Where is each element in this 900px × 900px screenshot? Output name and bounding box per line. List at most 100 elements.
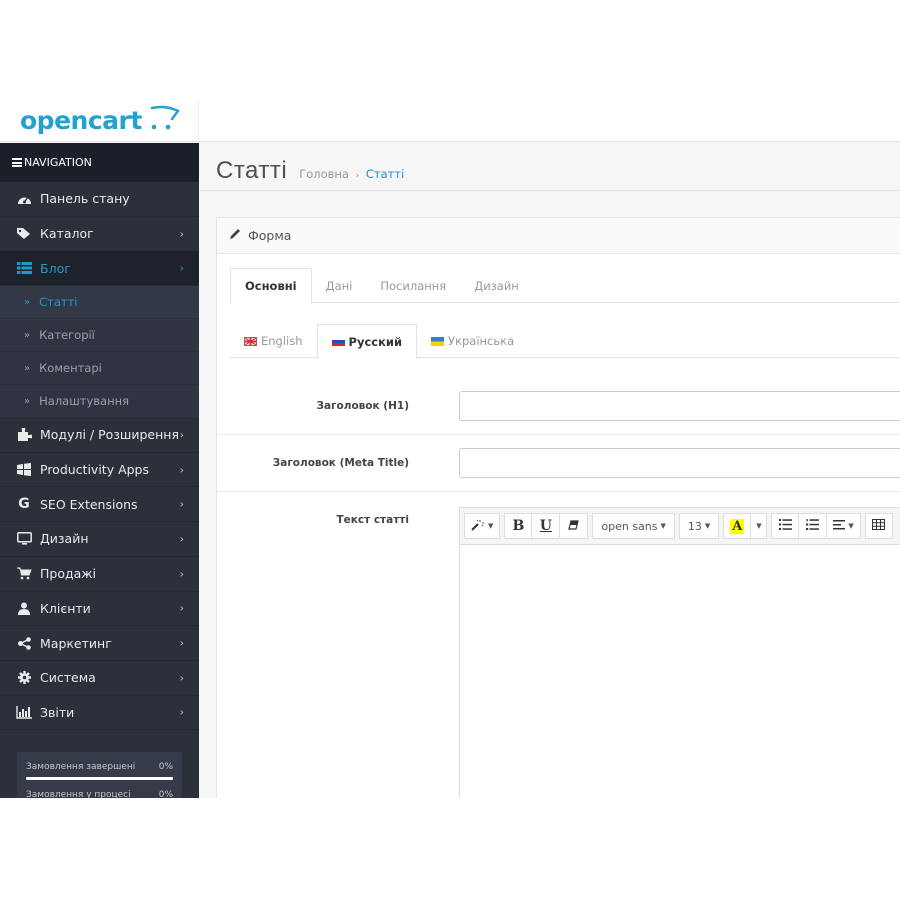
bullet-list-icon [778,519,792,533]
sidebar-subitem-label: Налаштування [39,394,130,409]
breadcrumb-separator: › [355,171,360,181]
sidebar-subitem-label: Статті [39,295,78,310]
tab-general[interactable]: Основні [230,268,312,304]
rich-text-editor: ▼ B U open sans ▼ 13 ▼ A ▼ ▼ [459,507,900,798]
order-stats: Замовлення завершені 0% Замовлення у про… [17,752,182,798]
language-tab-russian[interactable]: Русский [316,324,418,359]
sidebar-item-seo-extensions[interactable]: G SEO Extensions › [0,487,199,523]
language-label: Русский [348,334,403,349]
double-chevron-icon: » [24,296,31,308]
tab-data[interactable]: Дані [312,268,367,303]
language-label: English [261,334,303,348]
text-label: Текст статті [336,514,409,526]
bold-button[interactable]: B [504,513,533,539]
chevron-right-icon: › [179,463,184,477]
breadcrumb-home[interactable]: Головна [299,167,349,181]
language-tab-ukrainian[interactable]: Українська [417,324,528,358]
sidebar-item-modules[interactable]: Модулі / Розширення › [0,418,199,453]
chevron-right-icon: › [179,567,184,581]
clear-format-button[interactable] [560,513,589,539]
breadcrumb: Головна › Статті [299,167,404,181]
sidebar-item-dashboard[interactable]: Панель стану [0,182,199,217]
sidebar-item-design[interactable]: Дизайн › [0,522,199,557]
caret-down-icon: ▼ [660,522,666,530]
chevron-right-icon: › [179,227,184,241]
pencil-icon [229,228,241,243]
chevron-right-icon: › [179,532,184,546]
text-color-button[interactable]: A [723,513,752,539]
sidebar-subitem-comments[interactable]: » Коментарі [0,352,199,386]
paragraph-align-dropdown[interactable]: ▼ [827,513,861,539]
sidebar-item-label: Звіти [40,704,75,720]
sidebar-item-marketing[interactable]: Маркетинг › [0,626,199,661]
editor-toolbar: ▼ B U open sans ▼ 13 ▼ A ▼ ▼ [460,508,900,545]
dashboard-icon [16,192,32,206]
list-icon [16,261,32,275]
bar-chart-icon [16,705,32,719]
language-tab-english[interactable]: English [230,324,317,358]
stat-label: Замовлення завершені [26,762,136,772]
eraser-icon [568,519,580,533]
navigation-title: NAVIGATION [24,156,92,169]
ua-flag-icon [431,336,445,346]
chevron-right-icon: › [179,705,184,719]
admin-window: opencart NAVIGATION Панель стану Каталог [0,98,900,798]
sidebar-item-label: Дизайн [40,531,89,547]
page-title: Статті [216,157,288,184]
panel-title: Форма [248,228,292,243]
cart-logo-icon [150,105,180,130]
sidebar-item-sales[interactable]: Продажі › [0,557,199,592]
tab-design[interactable]: Дизайн [460,268,533,303]
google-icon: G [18,496,30,513]
sidebar-item-label: Каталог [40,226,94,242]
style-button[interactable]: ▼ [464,513,501,539]
share-icon [16,636,32,650]
sidebar-item-catalog[interactable]: Каталог › [0,217,199,252]
language-label: Українська [448,334,515,348]
font-family-value: open sans [601,519,658,533]
chevron-right-icon: › [179,497,184,511]
main-content: Статті Головна › Статті Форма Основні Да… [199,143,900,798]
sidebar-subitem-label: Категорії [39,328,95,343]
sidebar-subitem-articles[interactable]: » Статті [0,286,199,320]
sidebar-item-label: Блог [40,260,71,276]
opencart-logo[interactable]: opencart [20,102,180,138]
chevron-right-icon: › [179,636,184,650]
unordered-list-button[interactable] [771,513,800,539]
h1-input[interactable] [459,391,900,421]
menu-bars-icon[interactable] [12,157,22,169]
font-family-dropdown[interactable]: open sans ▼ [592,513,675,539]
table-button[interactable] [864,513,893,539]
sidebar-subitem-categories[interactable]: » Категорії [0,319,199,353]
editor-content-area[interactable] [460,545,900,798]
double-chevron-icon: » [24,395,31,407]
ordered-list-button[interactable] [799,513,828,539]
breadcrumb-current[interactable]: Статті [366,167,404,181]
sidebar-item-system[interactable]: Система › [0,661,199,696]
panel-heading: Форма [217,218,900,254]
chevron-right-icon: › [179,261,184,275]
language-tabs: English Русский Українська [230,324,900,359]
sidebar-item-label: Клієнти [40,600,91,616]
font-size-dropdown[interactable]: 13 ▼ [678,513,720,539]
header: opencart [0,98,900,142]
sidebar-item-productivity-apps[interactable]: Productivity Apps › [0,453,199,488]
underline-button[interactable]: U [532,513,561,539]
sidebar-item-reports[interactable]: Звіти › [0,696,199,731]
sidebar-item-blog[interactable]: Блог › [0,251,199,287]
caret-down-icon: ▼ [848,522,854,530]
uk-flag-icon [244,336,257,346]
color-dropdown-button[interactable]: ▼ [751,513,768,539]
sidebar-subitem-settings[interactable]: » Налаштування [0,385,199,419]
h1-label: Заголовок (H1) [316,400,409,412]
meta-title-input[interactable] [459,448,900,478]
stat-processing: Замовлення у процесі 0% [26,790,173,798]
sidebar-item-customers[interactable]: Клієнти › [0,592,199,627]
numbered-list-icon [806,519,820,533]
stat-label: Замовлення у процесі [26,790,131,798]
monitor-icon [16,532,32,546]
form-group-meta-title: Заголовок (Meta Title) [217,435,900,492]
tab-links[interactable]: Посилання [366,268,460,303]
cart-icon [16,567,32,581]
stat-value: 0% [158,762,173,772]
